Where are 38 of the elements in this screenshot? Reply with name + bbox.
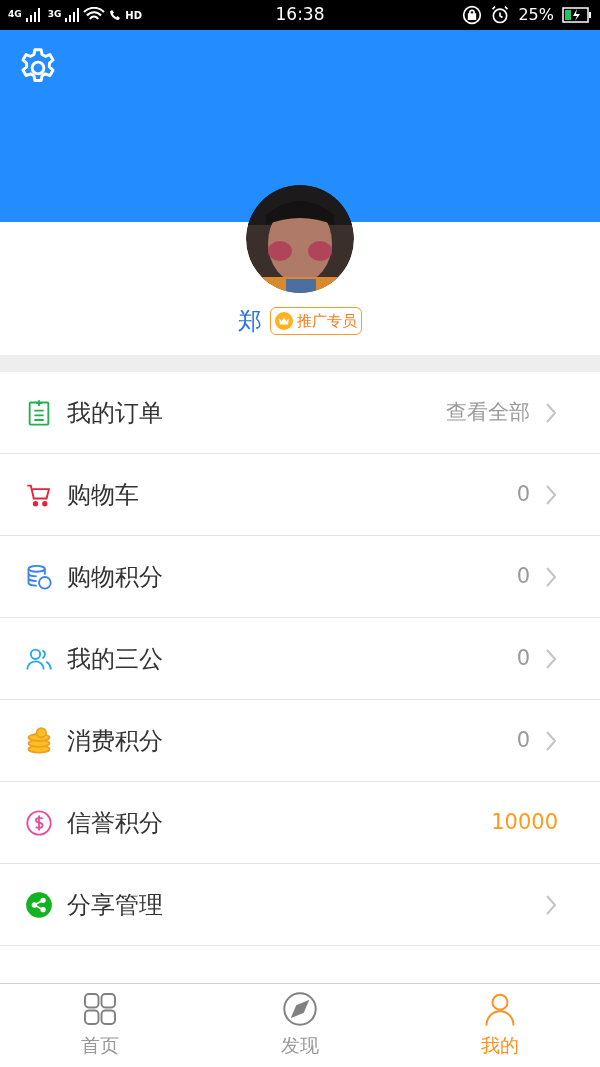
menu-label: 分享管理 [67,889,164,921]
battery-charging-icon [562,7,592,23]
count-value: 0 [516,480,530,508]
crown-icon [275,312,293,330]
grid-icon [82,991,118,1028]
phone-icon [109,8,122,22]
share-icon [25,890,53,919]
chevron-right-icon [546,894,556,915]
chevron-right-icon [546,484,556,505]
alarm-icon [490,5,511,25]
clock-time: 16:38 [274,3,326,27]
network-label: 3G [47,8,62,22]
menu-label: 我的订单 [67,397,164,429]
network-label: 4G [8,8,22,22]
menu-label: 购物车 [67,479,140,511]
signal-icon [65,8,80,22]
count-value: 0 [516,644,530,672]
signal-icon [25,8,40,22]
hd-label: HD [125,8,142,23]
chevron-right-icon [546,648,556,669]
menu-label: 信誉积分 [67,807,164,839]
menu-label: 购物积分 [67,561,164,593]
chevron-right-icon [546,730,556,751]
compass-icon [282,991,318,1028]
count-value: 0 [516,562,530,590]
user-name: 郑 [238,306,262,337]
count-value: 0 [516,726,530,754]
coins-icon [25,726,53,755]
dollar-icon [25,808,53,837]
role-badge: 推广专员 [270,307,362,335]
score-value: 10000 [491,808,558,836]
chevron-right-icon [546,402,556,423]
menu-label: 消费积分 [67,725,164,757]
chevron-right-icon [546,566,556,587]
database-icon [25,562,53,591]
menu-label: 我的三公 [67,643,164,675]
rotation-lock-icon [462,5,483,25]
battery-percent: 25% [518,4,554,26]
